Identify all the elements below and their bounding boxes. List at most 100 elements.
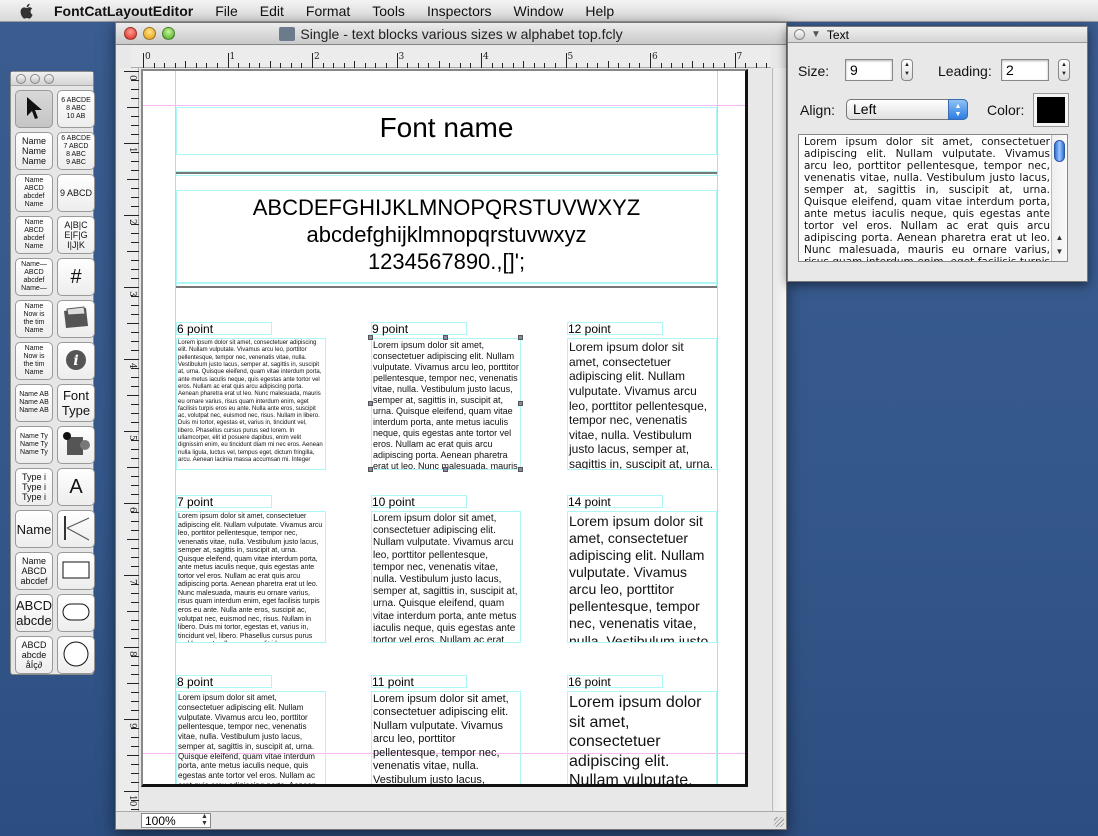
text-block-label[interactable]: 12 point (567, 322, 663, 335)
text-block-body[interactable]: Lorem ipsum dolor sit amet, consectetuer… (567, 511, 717, 643)
name-abcd-abcdef-tool-button[interactable]: Name ABCD abcdef (15, 552, 53, 590)
rectangle-tool-button[interactable] (57, 552, 95, 590)
size-ladder-tool-button[interactable]: 6 ABCDE 7 ABCD 8 ABC 9 ABC (57, 132, 95, 170)
type-i-tool-button[interactable]: Type i Type i Type i (15, 468, 53, 506)
selection-handle[interactable] (443, 335, 448, 340)
font-name-block[interactable]: Font name (176, 107, 717, 155)
resize-grip[interactable] (774, 817, 784, 827)
selection-handle[interactable] (518, 335, 523, 340)
selection-handle[interactable] (368, 467, 373, 472)
menu-edit[interactable]: Edit (260, 3, 284, 19)
text-block-label[interactable]: 14 point (567, 495, 663, 508)
text-block-label[interactable]: 7 point (176, 495, 272, 508)
inspector-titlebar[interactable]: ▼ Text (788, 27, 1087, 43)
leading-field[interactable]: 2 (1001, 59, 1049, 81)
text-block-label[interactable]: 6 point (176, 322, 272, 335)
ruler-minor-tick (375, 63, 377, 68)
size-field[interactable]: 9 (845, 59, 893, 81)
tool-label-line: abcde (21, 650, 47, 660)
text-block-body[interactable]: Lorem ipsum dolor sit amet, consectetuer… (176, 691, 326, 784)
text-scrollbar[interactable]: ▲ ▼ (1051, 135, 1067, 261)
color-well[interactable] (1033, 93, 1069, 127)
ruler-minor-tick (586, 63, 588, 68)
text-block-body[interactable]: Lorem ipsum dolor sit amet, consectetuer… (371, 511, 521, 643)
ruler-minor-tick (354, 61, 356, 68)
accents-tool-button[interactable]: ABCD abcde åÍç∂ (15, 636, 53, 674)
menu-window[interactable]: Window (514, 3, 564, 19)
font-type-tool-button[interactable]: Font Type (57, 384, 95, 422)
palette-minimize-button[interactable] (30, 73, 40, 84)
menu-format[interactable]: Format (306, 3, 350, 19)
now-is-tool-button[interactable]: Name Now is the tim Name (15, 300, 53, 338)
folder-tool-button[interactable] (57, 300, 95, 338)
size-samples-tool-button[interactable]: 6 ABCDE 8 ABC 10 AB (57, 90, 95, 128)
menu-help[interactable]: Help (585, 3, 614, 19)
info-tool-button[interactable]: i (57, 342, 95, 380)
text-block-body[interactable]: Lorem ipsum dolor sit amet, consectetuer… (567, 691, 717, 784)
align-popup[interactable]: Left ▲ ▼ (846, 99, 968, 120)
scroll-arrows[interactable]: ▲ ▼ (1054, 231, 1065, 259)
selection-handle[interactable] (518, 401, 523, 406)
text-block-body[interactable]: Lorem ipsum dolor sit amet, consectetuer… (371, 691, 521, 784)
menu-file[interactable]: File (215, 3, 238, 19)
ruler-h-label: 7 (736, 52, 743, 62)
name-tool-button[interactable]: Name (15, 510, 53, 548)
name-abcd-tool-button[interactable]: Name ABCD abcdef Name (15, 174, 53, 212)
selection-handle[interactable] (443, 467, 448, 472)
layout-page[interactable]: Font name ABCDEFGHIJKLMNOPQRSTUVWXYZ abc… (141, 69, 748, 787)
menu-tools[interactable]: Tools (372, 3, 405, 19)
ruler-minor-tick (755, 63, 757, 68)
ruler-minor-tick (153, 63, 155, 68)
char-grid-tool-button[interactable]: A|B|C E|F|G I|J|K (57, 216, 95, 254)
alphabet-block[interactable]: ABCDEFGHIJKLMNOPQRSTUVWXYZ abcdefghijklm… (176, 190, 717, 283)
selection-handle[interactable] (368, 335, 373, 340)
name-ab-tool-button[interactable]: Name AB Name AB Name AB (15, 384, 53, 422)
inspector-title: Text (826, 27, 849, 42)
zoom-stepper[interactable]: ▲ ▼ (201, 813, 208, 827)
oval-tool-button[interactable] (57, 636, 95, 674)
name-rule-tool-button[interactable]: Name— ABCD abcdef Name— (15, 258, 53, 296)
document-titlebar[interactable]: Single - text blocks various sizes w alp… (116, 23, 786, 45)
name-ty-tool-button[interactable]: Name Ty Name Ty Name Ty (15, 426, 53, 464)
apple-menu-icon[interactable] (18, 3, 36, 19)
text-content: Lorem ipsum dolor sit amet, consectetuer… (804, 136, 1050, 262)
boxed-name-tool-button[interactable]: Name ABCD abcdef Name (15, 216, 53, 254)
text-block-label[interactable]: 10 point (371, 495, 467, 508)
leading-stepper[interactable]: ▲ ▼ (1058, 59, 1070, 81)
menu-inspectors[interactable]: Inspectors (427, 3, 492, 19)
document-proxy-icon[interactable] (279, 26, 296, 41)
selection-handle[interactable] (368, 401, 373, 406)
page-number-tool-button[interactable]: # (57, 258, 95, 296)
boxed-now-is-tool-button[interactable]: Name Now is the tim Name (15, 342, 53, 380)
text-block-body[interactable]: Lorem ipsum dolor sit amet, consectetuer… (567, 338, 717, 470)
text-block-label[interactable]: 9 point (371, 322, 467, 335)
disclosure-triangle-icon[interactable]: ▼ (811, 29, 821, 40)
text-block-body[interactable]: Lorem ipsum dolor sit amet, consectetuer… (176, 511, 326, 643)
abcd-abcde-tool-button[interactable]: ABCD abcde (15, 594, 53, 632)
text-block-label[interactable]: 11 point (371, 675, 467, 688)
tool-label-line: Type (61, 403, 91, 418)
text-a-tool-button[interactable]: A (57, 468, 95, 506)
ruler-minor-tick (131, 314, 139, 315)
palette-close-button[interactable] (16, 73, 26, 84)
text-block-label[interactable]: 16 point (567, 675, 663, 688)
line-tool-button[interactable] (57, 510, 95, 548)
selection-handle[interactable] (518, 467, 523, 472)
ruler-major-tick (312, 53, 313, 68)
menu-app-name[interactable]: FontCatLayoutEditor (54, 3, 193, 19)
text-block-body[interactable]: Lorem ipsum dolor sit amet, consectetuer… (371, 338, 521, 470)
name-stack-tool-button[interactable]: Name Name Name (15, 132, 53, 170)
inspector-close-button[interactable] (794, 29, 805, 40)
info-icon: i (65, 349, 87, 373)
rounded-rect-tool-button[interactable] (57, 594, 95, 632)
text-content-area[interactable]: Lorem ipsum dolor sit amet, consectetuer… (798, 134, 1068, 262)
text-block-body[interactable]: Lorem ipsum dolor sit amet, consectetuer… (176, 338, 326, 470)
arrow-tool-button[interactable] (15, 90, 53, 128)
shapes-tool-button[interactable] (57, 426, 95, 464)
nine-abcd-tool-button[interactable]: 9 ABCD (57, 174, 95, 212)
vertical-scrollbar[interactable] (772, 68, 786, 813)
scroll-thumb[interactable] (1054, 140, 1065, 162)
palette-zoom-button[interactable] (44, 73, 54, 84)
text-block-label[interactable]: 8 point (176, 675, 272, 688)
size-stepper[interactable]: ▲ ▼ (901, 59, 913, 81)
